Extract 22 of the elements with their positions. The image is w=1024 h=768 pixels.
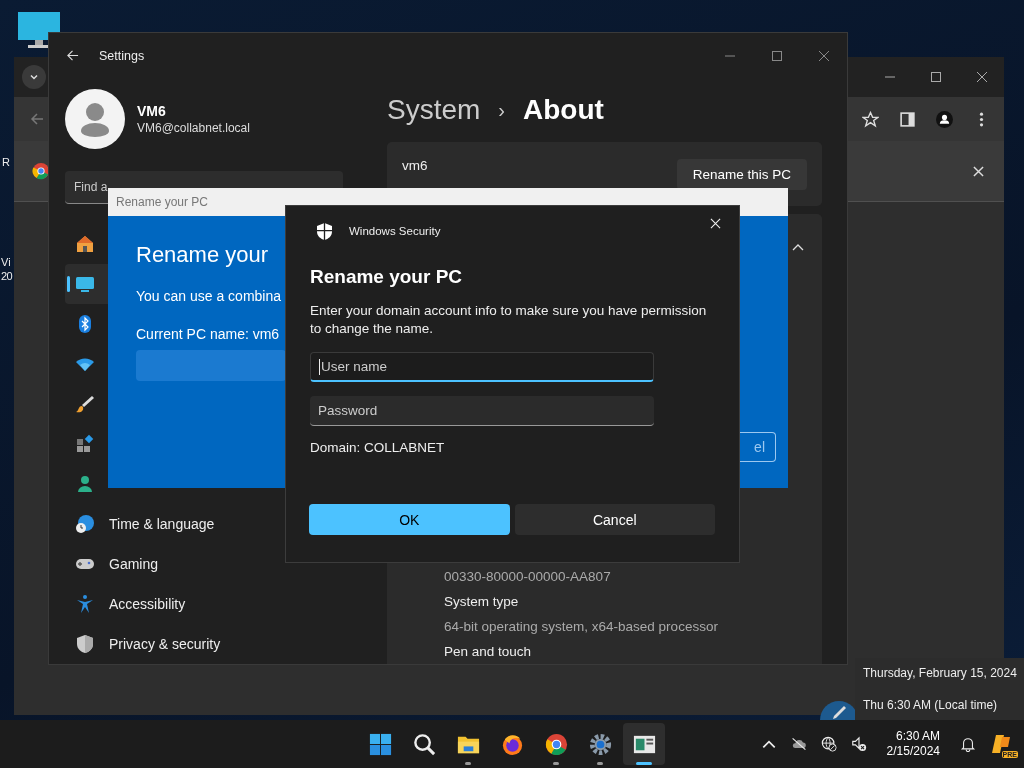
desktop-icon-label: R	[2, 156, 10, 169]
flyout-date: Thursday, February 15, 2024	[863, 666, 1018, 680]
user-name: VM6	[137, 103, 167, 119]
dialog-app-name: Windows Security	[349, 225, 441, 237]
breadcrumb-separator: ›	[498, 98, 506, 122]
desktop-icon-label: 20	[1, 270, 13, 283]
user-email: VM6@collabnet.local	[137, 121, 250, 135]
dialog-description: Enter your domain account info to make sure you have permission to change the name.	[310, 302, 708, 338]
dialog-heading: Rename your PC	[310, 266, 464, 288]
dialog-heading: Rename your	[136, 242, 269, 268]
device-name: vm6	[402, 158, 428, 173]
page-title: About	[523, 94, 604, 126]
desktop-icon-label: Vi	[1, 256, 11, 269]
spec-label: Pen and touch	[444, 643, 533, 661]
dialog-description: You can use a combina	[136, 288, 282, 304]
flyout-time: Thu 6:30 AM (Local time)	[863, 698, 999, 712]
spec-label: System type	[444, 593, 520, 611]
window-title: Settings	[99, 48, 145, 63]
current-name-label: Current PC name: vm6	[136, 326, 280, 342]
domain-label: Domain: COLLABNET	[310, 440, 446, 455]
spec-value: 00330-80000-00000-AA807	[444, 568, 612, 586]
spec-value: 64-bit operating system, x64-based processor	[444, 618, 719, 636]
